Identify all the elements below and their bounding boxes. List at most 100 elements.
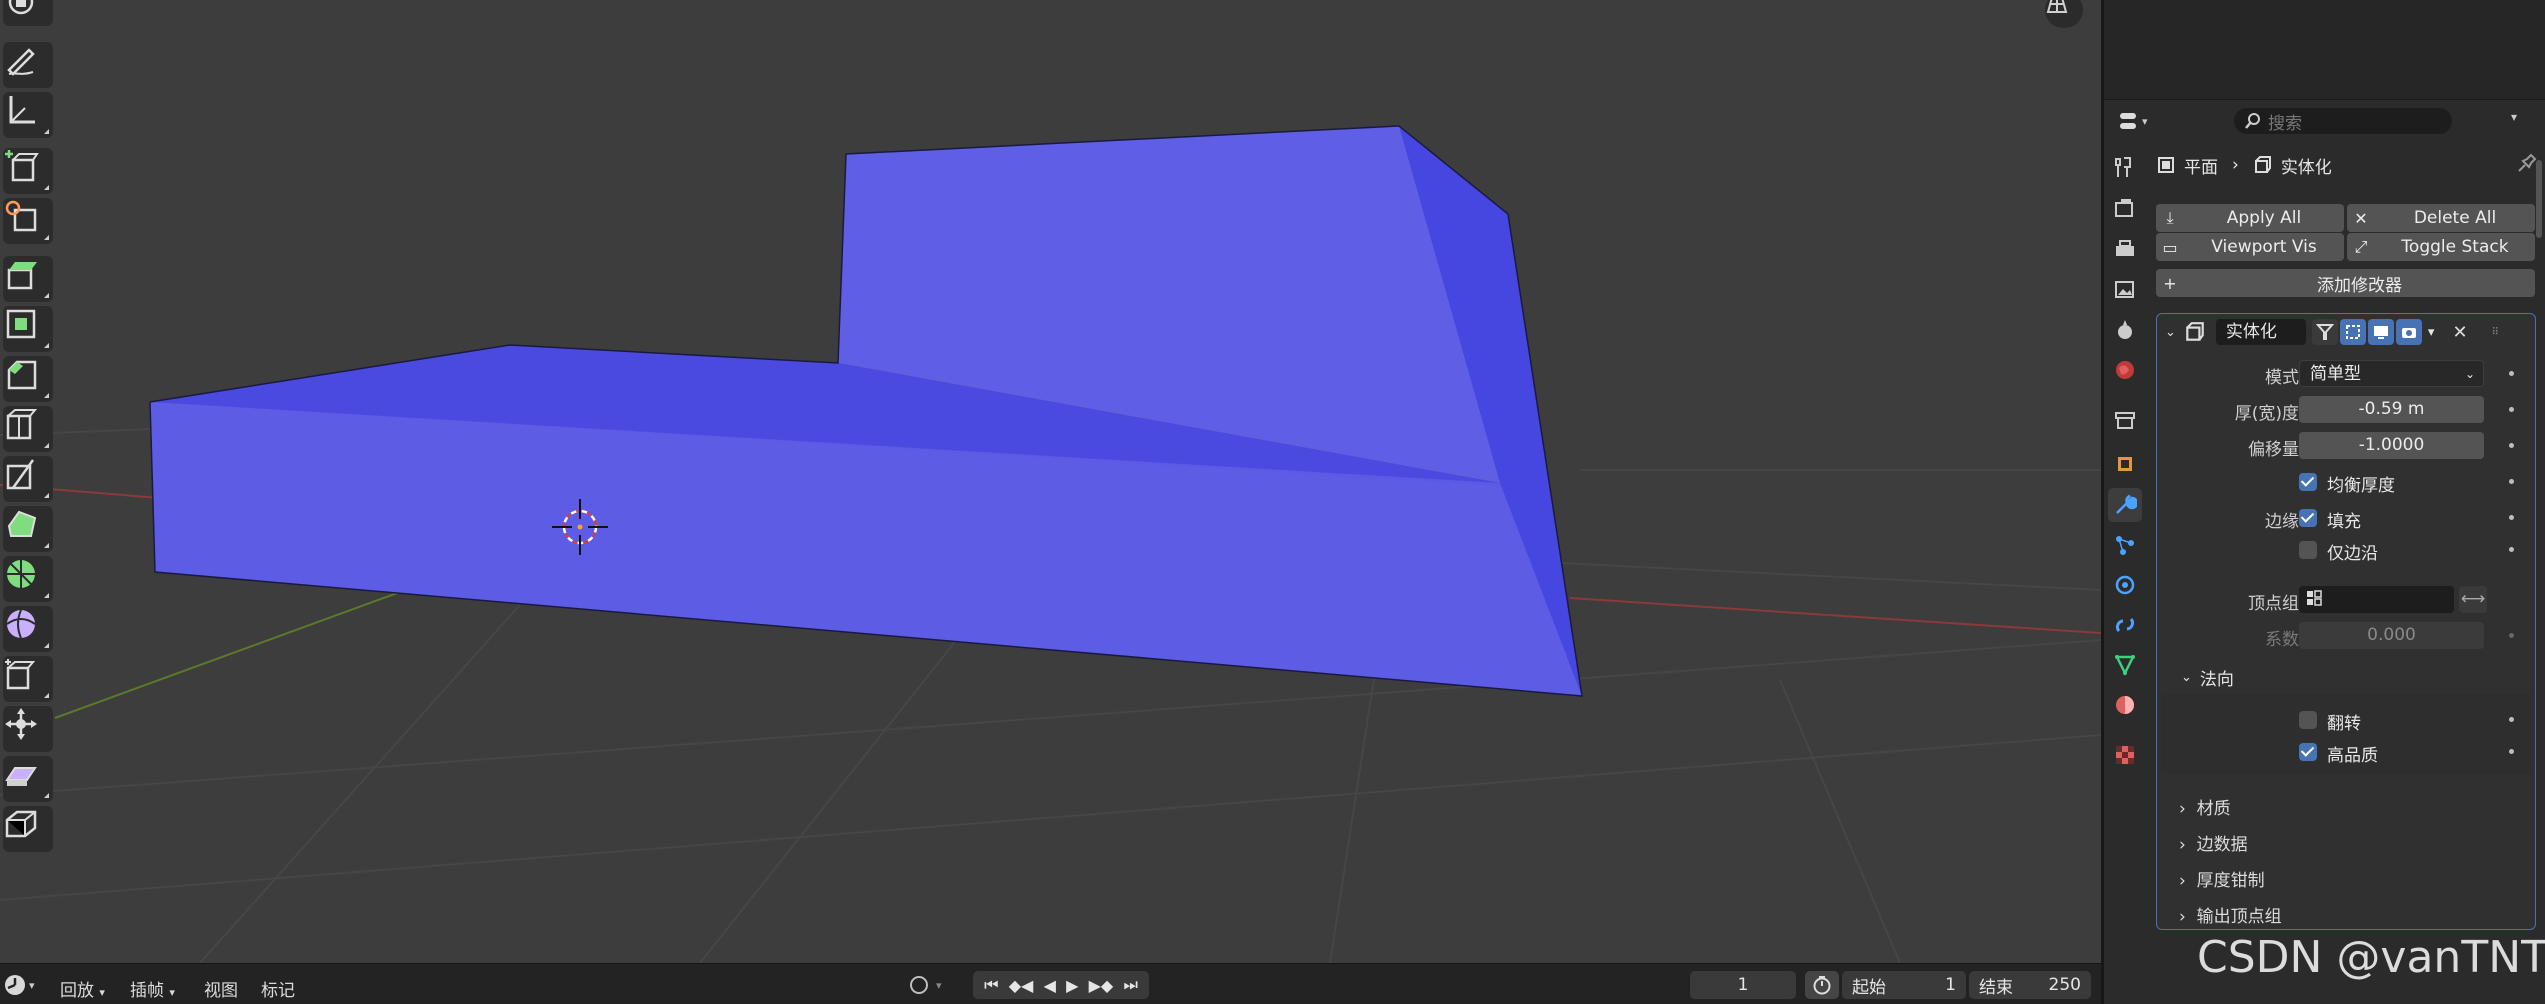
keyframe-dot[interactable] xyxy=(2509,443,2514,448)
tool-rip[interactable] xyxy=(3,806,53,852)
mode-select[interactable]: 简单型 ⌄ xyxy=(2299,360,2484,387)
tab-render[interactable] xyxy=(2108,192,2142,226)
prev-keyframe-icon[interactable]: ◆◀ xyxy=(1009,976,1034,995)
menu-keying[interactable]: 插帧 ▾ xyxy=(130,976,175,1001)
jump-start-icon[interactable]: ⏮ xyxy=(984,975,998,995)
tab-material[interactable] xyxy=(2108,688,2142,722)
thickness-field[interactable]: -0.59 m xyxy=(2299,396,2484,423)
vertex-group-field[interactable] xyxy=(2299,586,2454,613)
tool-shrink-fatten[interactable] xyxy=(3,706,53,752)
keyframe-dot[interactable] xyxy=(2509,407,2514,412)
realtime-toggle[interactable] xyxy=(2367,319,2394,345)
preview-range-toggle[interactable] xyxy=(1805,971,1839,999)
viewport-vis-button[interactable]: ▭ Viewport Vis xyxy=(2156,233,2344,261)
only-rim-checkbox[interactable] xyxy=(2299,541,2317,559)
tool-annotate[interactable] xyxy=(3,42,53,88)
menu-playback[interactable]: 回放 ▾ xyxy=(60,976,105,1001)
subpanel-materials[interactable]: › 材质 xyxy=(2179,794,2231,822)
tab-world[interactable] xyxy=(2108,353,2142,387)
flip-normals-checkbox[interactable] xyxy=(2299,711,2317,729)
download-arrow-icon: ⤓ xyxy=(2166,208,2174,227)
editor-type-selector[interactable]: ▾ xyxy=(4,974,40,996)
tab-scene[interactable] xyxy=(2108,313,2142,347)
current-frame-field[interactable]: 1 xyxy=(1690,971,1796,999)
keyframe-dot[interactable] xyxy=(2509,749,2514,754)
add-modifier-button[interactable]: + 添加修改器 xyxy=(2156,269,2535,297)
tab-data[interactable] xyxy=(2108,648,2142,682)
vertex-group-icon xyxy=(2307,590,2322,606)
play-icon[interactable]: ▶ xyxy=(1066,976,1078,995)
end-frame-field[interactable]: 结束 250 xyxy=(1969,971,2091,999)
delete-all-button[interactable]: ✕ Delete All xyxy=(2347,204,2535,232)
keyframe-dot[interactable] xyxy=(2509,371,2514,376)
tool-select-box[interactable] xyxy=(3,0,53,26)
drag-handle-icon[interactable]: ⠿ xyxy=(2492,327,2499,338)
editor-type-selector[interactable]: ▾ xyxy=(2118,108,2158,134)
tool-measure[interactable] xyxy=(3,92,53,138)
tool-smooth[interactable] xyxy=(3,606,53,652)
subpanel-thickness-clamp[interactable]: › 厚度钳制 xyxy=(2179,866,2265,894)
tab-output[interactable] xyxy=(2108,233,2142,267)
tool-poly-build[interactable] xyxy=(3,506,53,552)
tool-edge-slide[interactable] xyxy=(3,656,53,702)
tool-shear[interactable] xyxy=(3,756,53,802)
tool-bevel[interactable] xyxy=(3,356,53,402)
render-toggle[interactable] xyxy=(2395,319,2422,345)
tab-constraints[interactable] xyxy=(2108,608,2142,642)
expand-arrows-icon: ⤢ xyxy=(2354,237,2368,256)
play-reverse-icon[interactable]: ◀ xyxy=(1044,976,1056,995)
offset-field[interactable]: -1.0000 xyxy=(2299,432,2484,459)
tab-modifiers[interactable] xyxy=(2108,488,2142,522)
tab-object[interactable] xyxy=(2108,447,2142,481)
tool-inset[interactable] xyxy=(3,306,53,352)
apply-all-button[interactable]: ⤓ Apply All xyxy=(2156,204,2344,232)
keyframe-dot[interactable] xyxy=(2509,633,2514,638)
subpanel-edge-data[interactable]: › 边数据 xyxy=(2179,830,2248,858)
subpanel-output-vertex-groups[interactable]: › 输出顶点组 xyxy=(2179,902,2282,930)
tool-add-cube[interactable] xyxy=(3,148,53,194)
tab-view-layer[interactable] xyxy=(2108,273,2142,307)
tool-knife[interactable] xyxy=(3,456,53,502)
menu-marker[interactable]: 标记 xyxy=(261,976,295,1001)
tool-extrude[interactable] xyxy=(3,256,53,302)
tab-tool[interactable] xyxy=(2108,150,2142,184)
start-frame-field[interactable]: 起始 1 xyxy=(1842,971,1966,999)
collapse-chevron-icon[interactable]: ⌄ xyxy=(2165,325,2176,340)
tool-loop-cut[interactable] xyxy=(3,406,53,452)
keyframe-dot[interactable] xyxy=(2509,717,2514,722)
options-dropdown[interactable]: ▾ xyxy=(2511,110,2517,124)
tab-particles[interactable] xyxy=(2108,528,2142,562)
next-keyframe-icon[interactable]: ▶◆ xyxy=(1089,976,1114,995)
mode-label: 模式 xyxy=(2265,368,2299,388)
invert-vertex-group-button[interactable]: ⟷ xyxy=(2459,586,2487,613)
auto-keying-toggle[interactable]: ▾ xyxy=(908,973,958,997)
tab-collection[interactable] xyxy=(2108,403,2142,437)
normals-subpanel-header[interactable]: ⌄ 法向 xyxy=(2157,662,2535,692)
keyframe-dot[interactable] xyxy=(2509,479,2514,484)
close-icon[interactable]: ✕ xyxy=(2452,322,2467,343)
properties-scrollbar[interactable] xyxy=(2536,160,2542,238)
on-cage-toggle[interactable] xyxy=(2311,319,2338,345)
solidify-modifier-panel: ⌄ 实体化 ▾ ✕ ⠿ 模式 简单型 ⌄ 厚(宽)度 -0.59 m 偏移量 -… xyxy=(2156,313,2536,930)
constraint-icon xyxy=(2115,617,2135,633)
keyframe-dot[interactable] xyxy=(2509,515,2514,520)
modifier-name-field[interactable]: 实体化 xyxy=(2215,319,2306,345)
tab-texture[interactable] xyxy=(2108,738,2142,772)
high-quality-normals-checkbox[interactable] xyxy=(2299,743,2317,761)
tool-spin[interactable] xyxy=(3,556,53,602)
menu-view[interactable]: 视图 xyxy=(204,976,238,1001)
edit-mode-toggle[interactable] xyxy=(2339,319,2366,345)
solidify-mesh[interactable] xyxy=(149,125,1583,697)
tool-transform[interactable] xyxy=(3,198,53,244)
tab-physics[interactable] xyxy=(2108,568,2142,602)
search-field[interactable]: 搜索 xyxy=(2234,108,2452,134)
chevron-down-icon[interactable]: ▾ xyxy=(2428,325,2435,340)
even-thickness-checkbox[interactable] xyxy=(2299,473,2317,491)
toggle-stack-button[interactable]: ⤢ Toggle Stack xyxy=(2347,233,2535,261)
factor-field[interactable]: 0.000 xyxy=(2299,622,2484,649)
pin-icon[interactable] xyxy=(2517,153,2537,178)
fill-rim-checkbox[interactable] xyxy=(2299,509,2317,527)
jump-end-icon[interactable]: ⏭ xyxy=(1123,975,1137,995)
3d-viewport[interactable] xyxy=(0,0,2101,963)
keyframe-dot[interactable] xyxy=(2509,547,2514,552)
